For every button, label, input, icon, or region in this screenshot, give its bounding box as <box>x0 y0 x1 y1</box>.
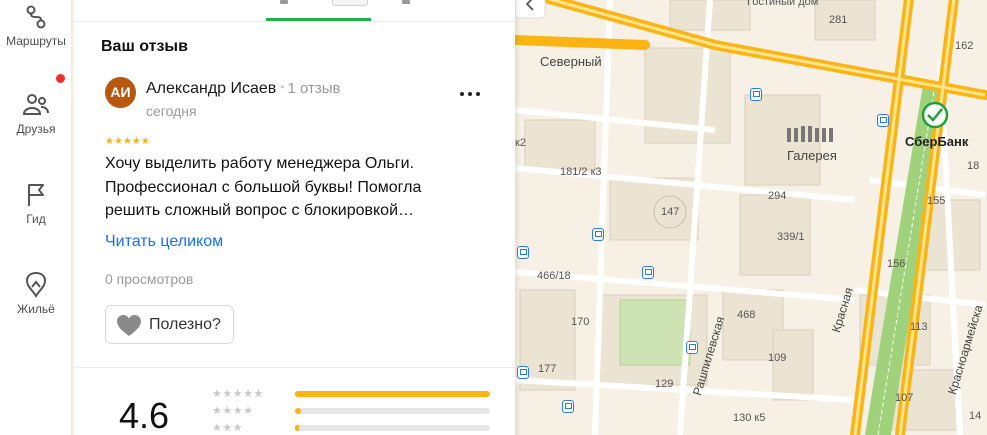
views-count: 0 просмотров <box>105 271 194 287</box>
bus-stop-icon[interactable] <box>750 88 762 101</box>
distribution-stars: ★★★★ <box>212 405 254 417</box>
author-review-count[interactable]: 1 отзыв <box>288 80 341 97</box>
distribution-bar-fill <box>295 391 490 397</box>
distribution-bar-fill <box>295 408 301 414</box>
avatar[interactable]: АИ <box>105 77 136 108</box>
divider <box>74 367 515 368</box>
left-rail: Маршруты Друзья Гид Жильё <box>0 0 72 435</box>
map-label-building: 155 <box>927 195 946 207</box>
more-dot-icon <box>468 92 472 96</box>
map-label-building: 130 к5 <box>733 412 766 424</box>
rail-item-housing[interactable]: Жильё <box>0 270 72 316</box>
map-label-building: 109 <box>768 352 787 364</box>
distribution-bar-track <box>295 408 490 414</box>
more-dot-icon <box>460 92 464 96</box>
map-label-building: 113 <box>910 321 928 333</box>
map-label-severny: Северный <box>540 54 602 69</box>
map-label-galereya: Галерея <box>787 148 837 163</box>
tab-fragment[interactable] <box>402 0 410 4</box>
distribution-bar-track <box>295 391 490 397</box>
review-text: Хочу выделить работу менеджера Ольги. Пр… <box>105 155 422 219</box>
map-label-building: 129 <box>655 378 674 390</box>
author-name[interactable]: Александр Исаев <box>146 80 276 97</box>
map-label-building: 147 <box>661 206 680 218</box>
read-more-link[interactable]: Читать целиком <box>105 233 223 251</box>
tab-fragment[interactable] <box>280 0 288 4</box>
distribution-bar-track <box>295 425 490 431</box>
map-view[interactable]: Северный Галерея СберБанк Красная Рашпил… <box>515 0 987 435</box>
rail-label-friends: Друзья <box>16 122 56 136</box>
bus-stop-icon[interactable] <box>877 114 889 127</box>
map-label-building: 156 <box>887 258 906 270</box>
map-label-building: 162 <box>955 40 974 52</box>
map-label-building: 177 <box>538 363 557 375</box>
useful-button-label: Полезно? <box>149 316 221 333</box>
more-dot-icon <box>476 92 480 96</box>
section-title: Ваш отзыв <box>101 38 188 55</box>
map-label-sberbank: СберБанк <box>905 134 969 149</box>
map-label-building: 468 <box>737 309 756 321</box>
route-icon <box>26 5 46 29</box>
rail-item-routes[interactable]: Маршруты <box>0 4 72 48</box>
overall-rating: 4.6 <box>119 395 170 435</box>
more-options-button[interactable] <box>458 86 482 102</box>
rail-item-guide[interactable]: Гид <box>0 182 72 226</box>
map-label-building: 281 <box>829 14 848 26</box>
rail-label-guide: Гид <box>26 212 46 226</box>
distribution-stars: ★★★ <box>212 422 244 434</box>
panel-shadow <box>515 0 521 435</box>
housing-icon <box>26 271 46 298</box>
tabs-strip <box>74 0 515 22</box>
active-tab-indicator <box>266 18 371 21</box>
notification-dot <box>56 74 65 83</box>
map-label-building: 14 <box>969 410 982 422</box>
map-label-building: 18 <box>967 160 980 172</box>
bus-stop-icon[interactable] <box>642 266 654 279</box>
map-label-building: 466/18 <box>537 270 571 282</box>
review-panel: Ваш отзыв АИ Александр Исаев • 1 отзыв сег… <box>74 0 515 435</box>
map-label-gostiny-dom: Гостиный дом <box>747 0 819 8</box>
rail-label-routes: Маршруты <box>6 34 66 48</box>
rail-item-friends[interactable]: Друзья <box>0 92 72 136</box>
separator-dot: • <box>280 80 285 94</box>
bus-stop-icon[interactable] <box>592 228 604 241</box>
map-label-building: 107 <box>895 392 914 404</box>
map-label-building: 294 <box>768 190 787 202</box>
review-stars: ★★★★★ <box>105 136 150 147</box>
bus-stop-icon[interactable] <box>562 400 574 413</box>
review-date: сегодня <box>146 103 197 119</box>
heart-icon <box>117 315 141 336</box>
friends-icon <box>22 94 49 115</box>
distribution-stars: ★★★★★ <box>212 388 264 400</box>
map-label-building: 170 <box>571 316 590 328</box>
rail-label-housing: Жильё <box>17 302 55 316</box>
bus-stop-icon[interactable] <box>686 341 698 354</box>
useful-button[interactable]: Полезно? <box>105 305 234 344</box>
flag-icon <box>28 184 44 206</box>
tab-count-badge <box>332 0 368 6</box>
map-label-building: 181/2 к3 <box>560 166 602 178</box>
review-author-line: Александр Исаев • 1 отзыв <box>146 80 341 98</box>
distribution-bar-fill <box>295 425 299 431</box>
map-label-building: 339/1 <box>777 231 805 243</box>
